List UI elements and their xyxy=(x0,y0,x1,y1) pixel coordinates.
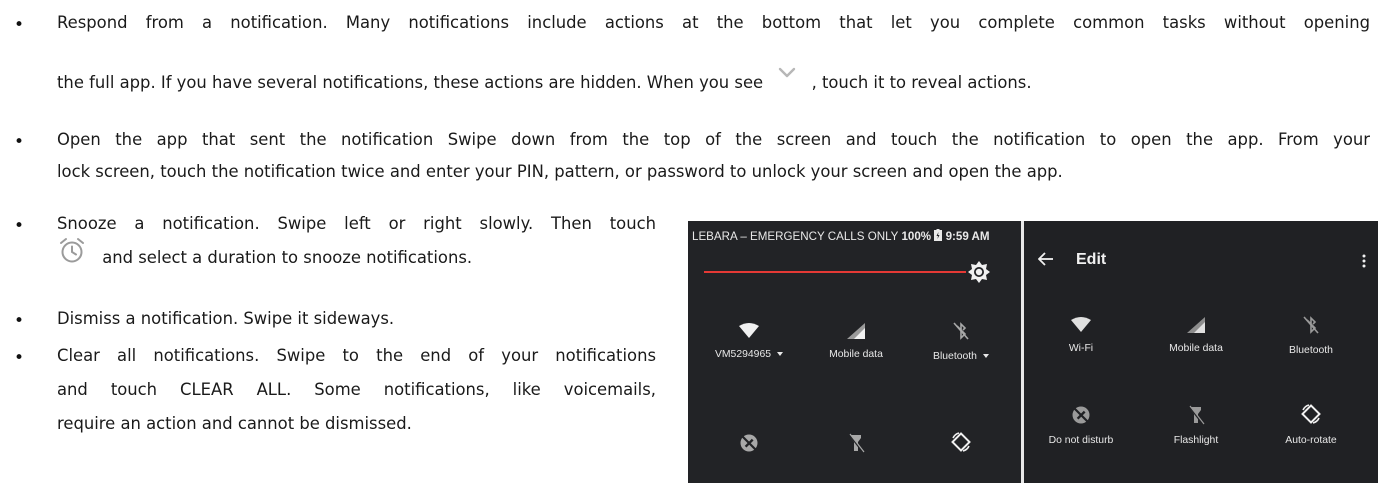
auto-rotate-label: Auto-rotate xyxy=(1285,435,1337,446)
bluetooth-label: Bluetooth xyxy=(933,351,977,362)
paragraph-line: Respond from a notification. Many notifi… xyxy=(57,13,1370,32)
back-arrow-icon[interactable] xyxy=(1038,252,1054,266)
quick-settings-screenshot: LEBARA – EMERGENCY CALLS ONLY 100% 9:59 … xyxy=(688,221,1378,483)
bullet-marker: • xyxy=(14,132,25,152)
wifi-network-label: VM5294965 xyxy=(714,349,772,360)
bullet-marker: • xyxy=(14,348,25,368)
do-not-disturb-icon xyxy=(740,434,758,452)
paragraph-line: Open the app that sent the notification … xyxy=(57,130,1370,149)
edit-title: Edit xyxy=(1076,251,1107,268)
mobile-data-label: Mobile data xyxy=(1169,343,1223,354)
status-carrier: LEBARA – EMERGENCY CALLS ONLY xyxy=(692,230,899,243)
mobile-data-label: Mobile data xyxy=(829,349,883,360)
wifi-tile[interactable]: Wi-Fi xyxy=(1026,317,1136,354)
status-bar: LEBARA – EMERGENCY CALLS ONLY 100% 9:59 … xyxy=(692,229,1020,243)
flashlight-label: Flashlight xyxy=(1173,435,1219,446)
paragraph-line: and select a duration to snooze notifica… xyxy=(57,237,473,267)
do-not-disturb-tile[interactable]: Do not disturb xyxy=(1026,405,1136,446)
do-not-disturb-tile[interactable] xyxy=(694,433,804,453)
bluetooth-tile[interactable]: Bluetooth xyxy=(1256,315,1366,356)
paragraph-text: the full app. If you have several notifi… xyxy=(57,73,764,92)
wifi-icon xyxy=(739,323,759,338)
battery-icon xyxy=(934,229,943,241)
bluetooth-tile[interactable]: Bluetooth xyxy=(906,321,1016,362)
bullet-marker: • xyxy=(14,15,25,35)
wifi-tile[interactable]: VM5294965 xyxy=(694,323,804,360)
flashlight-off-icon xyxy=(1188,405,1205,425)
paragraph-line: Dismiss a notification. Swipe it sideway… xyxy=(57,309,395,328)
auto-rotate-tile[interactable] xyxy=(906,431,1016,453)
status-time: 9:59 AM xyxy=(945,230,990,243)
chevron-down-icon[interactable] xyxy=(777,352,784,357)
quick-settings-panel: LEBARA – EMERGENCY CALLS ONLY 100% 9:59 … xyxy=(688,221,1021,483)
flashlight-tile[interactable] xyxy=(801,433,911,453)
paragraph-text: , touch it to reveal actions. xyxy=(811,73,1032,92)
auto-rotate-icon xyxy=(1301,404,1321,424)
chevron-down-icon[interactable] xyxy=(982,354,989,359)
bluetooth-label: Bluetooth xyxy=(1289,345,1333,356)
brightness-icon[interactable] xyxy=(968,261,990,283)
edit-tiles-panel: Edit Wi-Fi Mobile data Bluetooth Do not … xyxy=(1024,221,1378,483)
mobile-data-icon xyxy=(1187,317,1205,333)
auto-rotate-icon xyxy=(951,432,971,452)
bluetooth-off-icon xyxy=(1303,316,1319,334)
do-not-disturb-label: Do not disturb xyxy=(1048,435,1114,446)
flashlight-tile[interactable]: Flashlight xyxy=(1141,405,1251,446)
edit-header: Edit xyxy=(1024,221,1378,281)
paragraph-line: lock screen, touch the notification twic… xyxy=(57,162,1063,181)
bluetooth-off-icon xyxy=(953,322,969,340)
more-options-icon[interactable] xyxy=(1362,254,1366,268)
snooze-alarm-icon xyxy=(60,237,84,262)
flashlight-off-icon xyxy=(848,433,865,453)
auto-rotate-tile[interactable]: Auto-rotate xyxy=(1256,403,1366,446)
mobile-data-tile[interactable]: Mobile data xyxy=(801,323,911,360)
paragraph-line: and touch CLEAR ALL. Some notifications,… xyxy=(57,380,656,399)
mobile-data-icon xyxy=(847,323,865,339)
bullet-marker: • xyxy=(14,216,25,236)
paragraph-text: and select a duration to snooze notifica… xyxy=(102,248,473,267)
brightness-slider-track[interactable] xyxy=(704,271,966,273)
status-battery-percent: 100% xyxy=(901,230,932,243)
bullet-marker: • xyxy=(14,311,25,331)
paragraph-line: the full app. If you have several notifi… xyxy=(57,67,1032,92)
paragraph-line: require an action and cannot be dismisse… xyxy=(57,414,412,433)
paragraph-line: Clear all notifications. Swipe to the en… xyxy=(57,346,656,365)
chevron-down-icon xyxy=(779,67,796,77)
wifi-label: Wi-Fi xyxy=(1068,343,1094,354)
paragraph-line: Snooze a notification. Swipe left or rig… xyxy=(57,214,656,233)
do-not-disturb-icon xyxy=(1072,406,1090,424)
wifi-icon xyxy=(1071,317,1091,332)
mobile-data-tile[interactable]: Mobile data xyxy=(1141,317,1251,354)
